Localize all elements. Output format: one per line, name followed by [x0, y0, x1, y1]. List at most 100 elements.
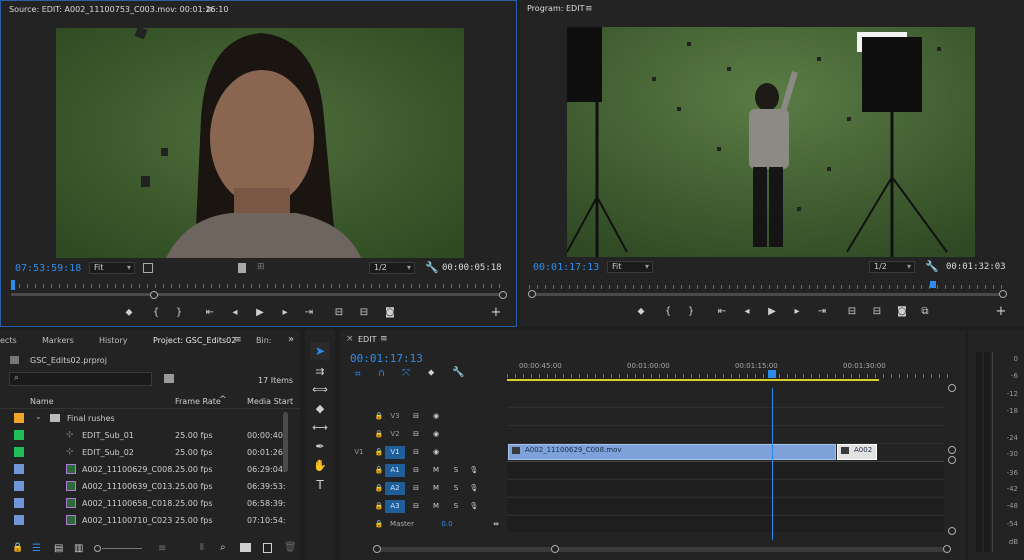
timeline-scroll-left-handle[interactable] [373, 545, 381, 553]
track-label-v1[interactable]: V1 [385, 446, 405, 459]
zoom-slider[interactable] [102, 548, 142, 549]
source-time-ruler[interactable] [11, 278, 505, 288]
label-color-swatch[interactable] [14, 498, 24, 508]
track-lane-master[interactable] [507, 515, 944, 532]
new-search-bin-icon[interactable] [164, 374, 174, 383]
sync-lock-icon[interactable]: ⊟ [410, 446, 422, 459]
source-playhead[interactable] [11, 280, 15, 290]
add-button-icon[interactable]: + [993, 305, 1009, 318]
step-forward-icon[interactable]: ▸ [277, 307, 293, 319]
chevron-down-icon[interactable]: ⌄ [35, 412, 42, 421]
add-button-icon[interactable]: + [488, 306, 504, 319]
play-icon[interactable]: ▶ [252, 307, 268, 319]
track-lane-a2[interactable] [507, 479, 944, 496]
new-item-icon[interactable] [263, 543, 272, 553]
type-tool-icon[interactable]: T [310, 478, 330, 492]
microphone-icon[interactable]: 🎙 [468, 464, 480, 477]
icon-view-icon[interactable]: ▤ [54, 543, 63, 554]
timeline-scroll-right-handle[interactable] [551, 545, 559, 553]
timeline-vertical-zoom-handle[interactable] [948, 527, 956, 535]
export-frame-icon[interactable] [238, 263, 246, 273]
hamburger-icon[interactable]: ≡ [380, 334, 388, 344]
add-marker-icon[interactable]: ⬥ [428, 368, 434, 378]
program-zoom-bar[interactable] [529, 293, 1007, 296]
eye-icon[interactable]: ◉ [430, 410, 442, 423]
work-area-bar[interactable] [507, 379, 879, 381]
selection-tool-icon[interactable]: ➤ [310, 342, 330, 360]
wrench-icon[interactable]: 🔧 [452, 367, 464, 378]
step-back-icon[interactable]: ◂ [227, 307, 243, 319]
program-zoom-left-handle[interactable] [528, 290, 536, 298]
label-color-swatch[interactable] [14, 464, 24, 474]
timeline-timecode[interactable]: 00:01:17:13 [350, 352, 423, 365]
sort-icons-icon[interactable]: ≡ [158, 543, 166, 554]
sync-lock-icon[interactable]: ⊟ [410, 500, 422, 513]
sort-up-icon[interactable]: ^ [219, 395, 227, 405]
microphone-icon[interactable]: 🎙 [468, 482, 480, 495]
source-timecode-in[interactable]: 07:53:59:18 [15, 263, 81, 274]
list-item[interactable]: ⌄ Final rushes [0, 410, 290, 427]
label-color-swatch[interactable] [14, 430, 24, 440]
automate-to-sequence-icon[interactable]: ⫴ [200, 543, 204, 553]
new-bin-icon[interactable] [240, 543, 251, 552]
find-icon[interactable]: ⌕ [220, 542, 226, 553]
step-back-icon[interactable]: ◂ [739, 306, 755, 318]
program-playhead[interactable] [930, 281, 936, 288]
tab-markers[interactable]: Markers [42, 336, 74, 345]
ripple-edit-tool-icon[interactable]: ⟺ [310, 383, 330, 396]
source-zoom-bar[interactable] [11, 293, 505, 296]
column-name[interactable]: Name [30, 397, 54, 406]
track-lane-v3[interactable] [507, 407, 944, 424]
mark-out-icon[interactable]: } [683, 306, 699, 318]
timeline-tracks-area[interactable]: A002_11100629_C008.mov A002 [507, 388, 944, 540]
overwrite-icon[interactable]: ⊟ [356, 307, 372, 319]
go-to-end-icon[interactable]: ⇹ [490, 518, 502, 531]
track-lane-a3[interactable] [507, 497, 944, 514]
nest-icon[interactable]: ⌗ [355, 369, 361, 380]
linked-selection-icon[interactable]: ⤧ [402, 368, 410, 379]
zoom-slider-handle[interactable] [94, 545, 101, 552]
more-tabs-icon[interactable]: » [288, 334, 294, 345]
program-zoom-right-handle[interactable] [999, 290, 1007, 298]
sync-lock-icon[interactable]: ⊟ [410, 410, 422, 423]
lock-icon[interactable]: 🔒 [373, 446, 385, 459]
list-item[interactable]: ⊹ EDIT_Sub_02 25.00 fps 00:01:26: [0, 444, 290, 461]
program-fit-select[interactable]: Fit [607, 261, 653, 273]
track-lane-a1[interactable] [507, 461, 944, 478]
hamburger-icon[interactable]: ≡ [206, 5, 214, 15]
mute-button[interactable]: M [430, 464, 442, 477]
list-view-icon[interactable]: ☰ [32, 543, 41, 554]
solo-button[interactable]: S [450, 500, 462, 513]
track-select-tool-icon[interactable]: ⇉ [310, 365, 330, 378]
program-timecode-in[interactable]: 00:01:17:13 [533, 262, 599, 273]
timeline-vertical-zoom-handle[interactable] [948, 456, 956, 464]
list-item[interactable]: A002_11100658_C018. 25.00 fps 06:58:39: [0, 495, 290, 512]
microphone-icon[interactable]: 🎙 [468, 500, 480, 513]
source-zoom-left-handle[interactable] [150, 291, 158, 299]
go-to-out-icon[interactable]: ⇥ [814, 306, 830, 318]
master-volume-value[interactable]: 0.0 [438, 518, 456, 531]
timeline-vertical-zoom-handle[interactable] [948, 446, 956, 454]
timeline-playhead[interactable] [768, 370, 776, 378]
source-zoom-right-handle[interactable] [499, 291, 507, 299]
timeline-tab[interactable]: EDIT [358, 335, 376, 344]
project-search-input[interactable]: ⌕ [9, 372, 152, 386]
step-forward-icon[interactable]: ▸ [789, 306, 805, 318]
mark-in-icon[interactable]: { [148, 307, 164, 319]
timeline-playhead-line[interactable] [772, 388, 773, 540]
solo-button[interactable]: S [450, 464, 462, 477]
timeline-vertical-zoom-top[interactable] [948, 384, 956, 392]
wrench-icon[interactable]: 🔧 [925, 260, 939, 273]
tab-effects[interactable]: ects [0, 336, 17, 345]
pen-tool-icon[interactable]: ✒ [310, 440, 330, 453]
track-label-v3[interactable]: V3 [387, 410, 403, 423]
hamburger-icon[interactable]: ≡ [234, 335, 242, 345]
list-item[interactable]: A002_11100629_C008. 25.00 fps 06:29:04: [0, 461, 290, 478]
mark-out-icon[interactable]: } [171, 307, 187, 319]
eye-icon[interactable]: ◉ [430, 428, 442, 441]
lock-icon[interactable]: 🔒 [12, 543, 23, 553]
source-patch-v1[interactable]: V1 [352, 446, 366, 459]
list-item[interactable]: A002_11100639_C013. 25.00 fps 06:39:53: [0, 478, 290, 495]
timeline-clip[interactable]: A002 [837, 444, 877, 460]
column-media-start[interactable]: Media Start [247, 397, 293, 406]
